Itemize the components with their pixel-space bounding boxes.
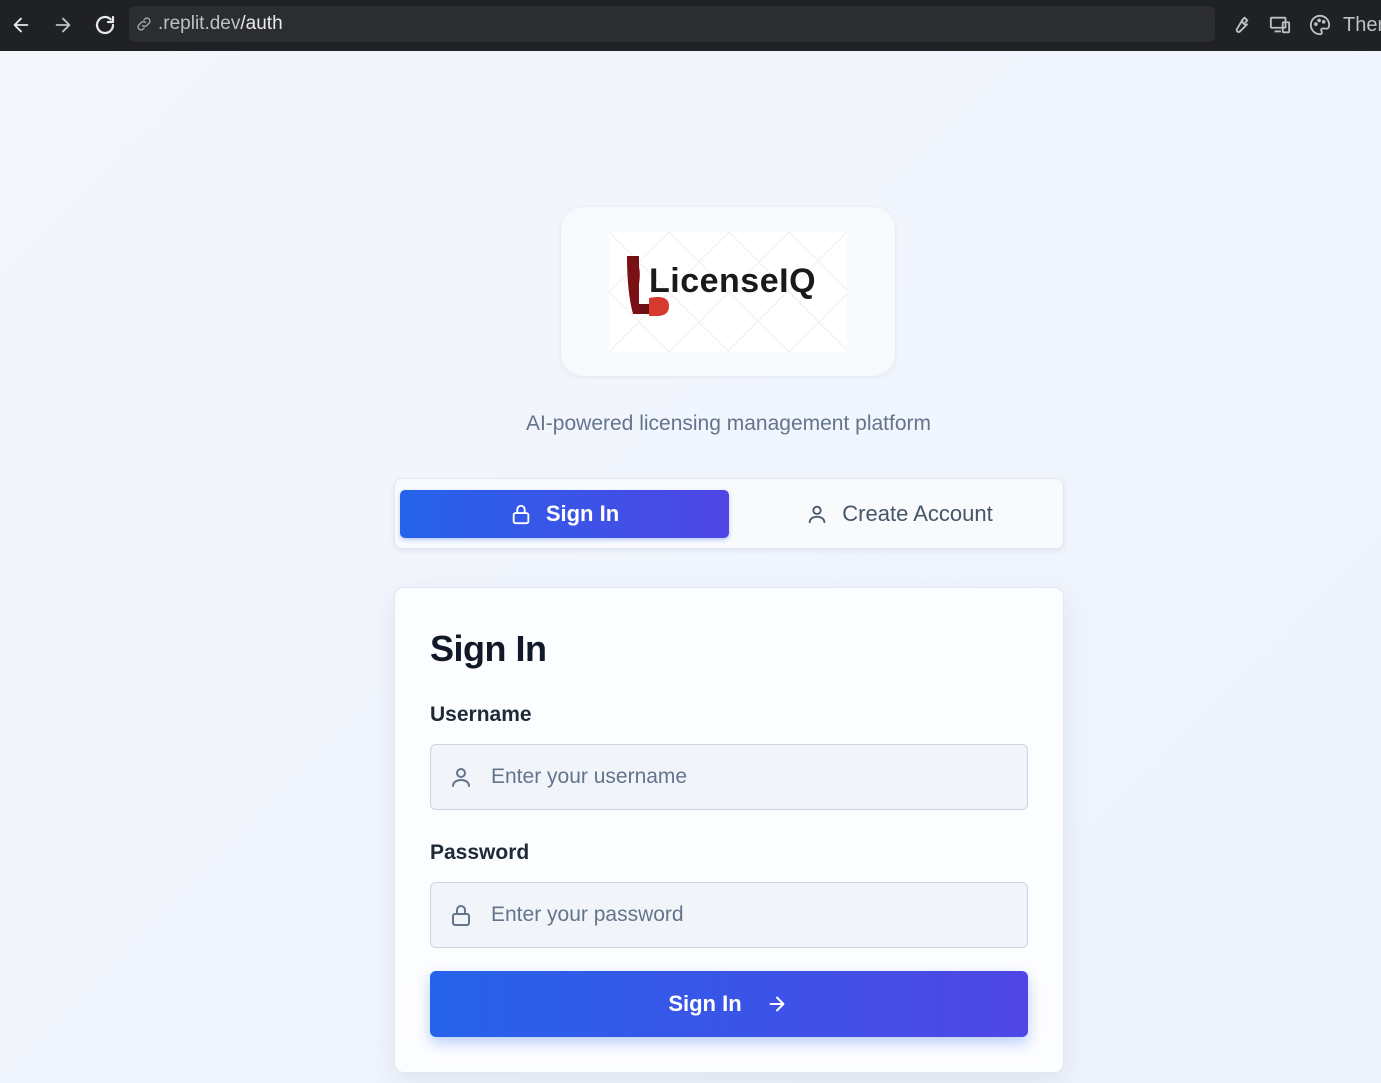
browser-toolbar: .replit.dev/auth Ther (0, 0, 1381, 51)
tagline-text: AI-powered licensing management platform (525, 412, 932, 435)
link-icon (135, 14, 155, 34)
sign-in-submit-button[interactable]: Sign In (430, 971, 1028, 1037)
arrow-right-icon (55, 17, 71, 33)
password-input[interactable] (491, 883, 1011, 947)
wrench-icon[interactable] (1225, 10, 1255, 40)
url-domain: .replit.dev (158, 13, 241, 34)
username-input[interactable] (491, 745, 1011, 809)
theme-menu-label[interactable]: Ther (1343, 14, 1381, 37)
username-field-wrapper (430, 744, 1028, 810)
sign-in-card: Sign In Username Password Sign In (394, 587, 1064, 1073)
username-label: Username (430, 703, 532, 726)
arrow-right-icon (766, 992, 790, 1016)
address-bar[interactable]: .replit.dev/auth (129, 6, 1215, 42)
reload-icon (95, 15, 115, 35)
arrow-left-icon (13, 17, 29, 33)
submit-label: Sign In (668, 991, 742, 1016)
form-title: Sign In (430, 628, 547, 669)
tab-sign-in-label: Sign In (545, 501, 620, 526)
toolbar-right: Ther (1215, 10, 1381, 40)
tab-create-account-label: Create Account (842, 501, 993, 526)
tab-create-account[interactable]: Create Account (735, 490, 1064, 538)
forward-button[interactable] (48, 10, 78, 40)
tagline: AI-powered licensing management platform (0, 412, 1381, 436)
password-label: Password (430, 841, 530, 864)
lock-icon (510, 502, 534, 526)
user-icon (806, 502, 830, 526)
logo-card: LicenseIQ (561, 207, 895, 376)
password-field-wrapper (430, 882, 1028, 948)
url-path: /auth (240, 13, 283, 34)
auth-tabs: Sign In Create Account (394, 478, 1064, 549)
devices-icon[interactable] (1265, 10, 1295, 40)
lock-icon (449, 903, 473, 927)
back-button[interactable] (6, 10, 36, 40)
logo-text: LicenseIQ (649, 261, 817, 300)
reload-button[interactable] (90, 10, 120, 40)
palette-icon[interactable] (1305, 10, 1335, 40)
user-icon (449, 765, 473, 789)
licenseiq-logo: LicenseIQ (609, 231, 847, 352)
tab-sign-in[interactable]: Sign In (400, 490, 729, 538)
